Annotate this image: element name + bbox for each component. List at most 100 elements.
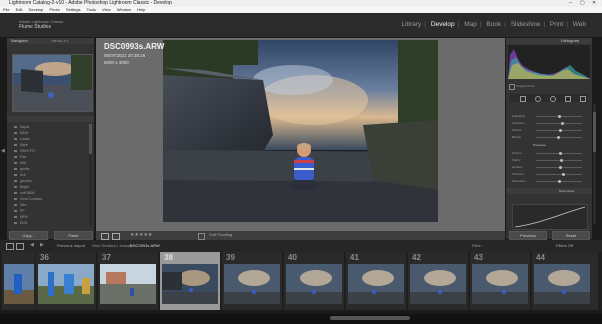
shadows-slider[interactable] xyxy=(536,122,582,125)
filmstrip-filename: DSC0993s.ARW xyxy=(130,243,160,248)
filmstrip-number: 36 xyxy=(40,253,49,262)
slider-label: Saturation xyxy=(512,179,526,183)
rating-stars-icon[interactable]: ★★★★★ xyxy=(130,232,152,238)
filmstrip-number: 38 xyxy=(164,253,173,262)
filmstrip-cell[interactable]: 37 xyxy=(98,252,158,310)
presets-header[interactable] xyxy=(7,116,94,122)
left-panel-toggle-icon[interactable]: ◀ xyxy=(1,148,5,154)
navigator-zoom-options[interactable]: FIT FILL 1:1 xyxy=(52,38,68,44)
before-after-icon[interactable] xyxy=(112,233,120,240)
filmstrip-cell[interactable] xyxy=(2,252,35,310)
grid-view-icon[interactable] xyxy=(16,243,24,250)
histogram-title: Histogram xyxy=(561,38,580,43)
filmstrip-cell[interactable]: 40 xyxy=(284,252,344,310)
menu-help[interactable]: Help xyxy=(137,7,145,12)
loupe-view-icon[interactable] xyxy=(101,233,109,240)
highlights-slider[interactable] xyxy=(536,115,582,118)
slider-label: Shadows xyxy=(512,121,525,125)
menu-tools[interactable]: Tools xyxy=(87,7,96,12)
histogram[interactable] xyxy=(508,45,590,79)
window-title-bar: Lightroom Catalog-2-v10 - Adobe Photosho… xyxy=(0,0,602,7)
filter-value[interactable]: Filters Off xyxy=(556,243,573,248)
filmstrip-number: 44 xyxy=(536,253,545,262)
slider-label: Blacks xyxy=(512,135,521,139)
clarity-slider[interactable] xyxy=(536,159,582,162)
soft-proofing-checkbox[interactable] xyxy=(198,233,205,240)
module-web[interactable]: Web xyxy=(573,21,586,28)
filmstrip-scrollbar[interactable] xyxy=(0,314,602,324)
tone-curve-title: Tone Curve xyxy=(559,189,575,193)
original-photo-checkbox[interactable] xyxy=(509,84,515,90)
brush-icon[interactable] xyxy=(580,96,586,102)
back-arrow-icon[interactable]: ◀ xyxy=(30,242,34,248)
menu-settings[interactable]: Settings xyxy=(66,7,80,12)
photo-dimensions: 6000 x 4000 xyxy=(104,60,129,65)
close-button[interactable]: ✕ xyxy=(592,0,596,7)
crop-tool-icon[interactable] xyxy=(520,96,526,102)
original-photo-label: Original Photo xyxy=(516,84,536,88)
module-map[interactable]: Map xyxy=(464,21,477,28)
window-title: Lightroom Catalog-2-v10 - Adobe Photosho… xyxy=(9,0,172,6)
previous-button[interactable]: Previous xyxy=(509,231,547,240)
saturation-slider[interactable] xyxy=(536,180,582,183)
left-panel-scrollbar[interactable] xyxy=(89,124,92,226)
filmstrip-cell[interactable]: 41 xyxy=(346,252,406,310)
maximize-button[interactable]: ▢ xyxy=(580,0,585,7)
filmstrip-number: 39 xyxy=(226,253,235,262)
slider-label: Vibrance xyxy=(512,172,524,176)
reset-button[interactable]: Reset xyxy=(552,231,590,240)
filmstrip-source[interactable]: Previous Import xyxy=(57,243,85,248)
red-eye-icon[interactable] xyxy=(550,96,556,102)
slider-label: Highlights xyxy=(512,114,526,118)
preset-item[interactable]: RLB xyxy=(14,220,92,226)
menu-view[interactable]: View xyxy=(102,7,111,12)
slider-label: Texture xyxy=(512,151,522,155)
module-picker: Library | Develop | Map | Book | Slideshow | … xyxy=(401,21,586,28)
filmstrip-cell[interactable]: 43 xyxy=(470,252,530,310)
filmstrip-number: 43 xyxy=(474,253,483,262)
filmstrip-cell-selected[interactable]: 38 xyxy=(160,252,220,310)
tone-curve-header[interactable] xyxy=(506,188,592,194)
spot-removal-icon[interactable] xyxy=(535,96,541,102)
develop-toolbar xyxy=(96,231,505,240)
menu-edit[interactable]: Edit xyxy=(16,7,23,12)
main-photo[interactable] xyxy=(163,40,438,222)
menu-photo[interactable]: Photo xyxy=(49,7,59,12)
slider-label: Dehaze xyxy=(512,165,523,169)
filmstrip-cell[interactable]: 42 xyxy=(408,252,468,310)
minimize-button[interactable]: – xyxy=(569,0,572,7)
second-window-icon[interactable] xyxy=(6,243,14,250)
paste-settings-button[interactable]: Paste xyxy=(54,231,93,240)
filmstrip-cell[interactable]: 36 xyxy=(36,252,96,310)
navigator-title: Navigator xyxy=(11,38,29,43)
filmstrip-cell[interactable]: 39 xyxy=(222,252,282,310)
module-library[interactable]: Library xyxy=(401,21,421,28)
texture-slider[interactable] xyxy=(536,152,582,155)
module-book[interactable]: Book xyxy=(486,21,501,28)
forward-arrow-icon[interactable]: ▶ xyxy=(40,242,44,248)
module-slideshow[interactable]: Slideshow xyxy=(511,21,541,28)
menu-window[interactable]: Window xyxy=(117,7,131,12)
graduated-filter-icon[interactable] xyxy=(565,96,571,102)
module-develop[interactable]: Develop xyxy=(431,21,455,28)
tone-curve-graph[interactable] xyxy=(512,204,588,230)
filmstrip-number: 41 xyxy=(350,253,359,262)
module-print[interactable]: Print xyxy=(550,21,563,28)
whites-slider[interactable] xyxy=(536,129,582,132)
filmstrip-cell[interactable]: 44 xyxy=(532,252,598,310)
filter-label: Filter : xyxy=(472,243,484,248)
soft-proofing-label: Soft Proofing xyxy=(209,232,233,237)
presence-title: Presence xyxy=(533,143,546,147)
navigator-preview[interactable] xyxy=(12,54,93,112)
menu-develop[interactable]: Develop xyxy=(29,7,44,12)
blacks-slider[interactable] xyxy=(536,136,582,139)
dehaze-slider[interactable] xyxy=(536,166,582,169)
menu-file[interactable]: File xyxy=(3,7,9,12)
right-panel-scrollbar[interactable] xyxy=(593,104,596,224)
filmstrip-header xyxy=(0,240,602,252)
filmstrip-number: 40 xyxy=(288,253,297,262)
vibrance-slider[interactable] xyxy=(536,173,582,176)
copy-settings-button[interactable]: Copy... xyxy=(9,231,48,240)
photo-filename: DSC0993s.ARW xyxy=(104,42,165,51)
slider-label: Whites xyxy=(512,128,522,132)
